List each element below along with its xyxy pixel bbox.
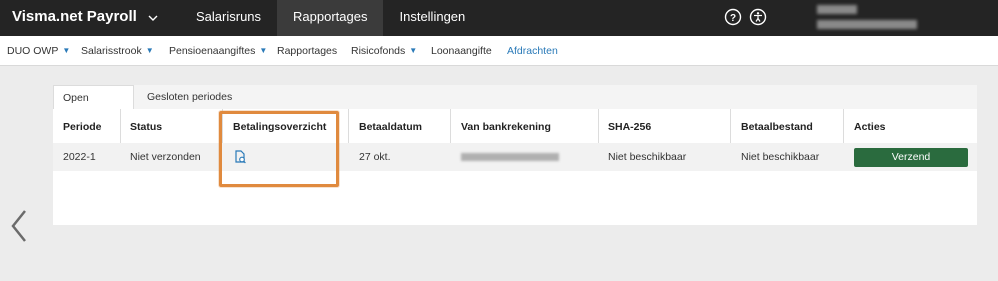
app-brand[interactable]: Visma.net Payroll — [12, 0, 137, 36]
top-bar: Visma.net Payroll Salarisruns Rapportage… — [0, 0, 998, 36]
chevron-down-icon: ▼ — [259, 46, 268, 55]
col-sha-256[interactable]: SHA-256 — [608, 117, 651, 137]
col-acties: Acties — [854, 121, 886, 133]
cell-status: Niet verzonden — [130, 151, 201, 163]
nav-salarisruns[interactable]: Salarisruns — [180, 0, 277, 36]
col-betaaldatum[interactable]: Betaaldatum — [359, 117, 422, 137]
subnav-afdrachten[interactable]: Afdrachten — [507, 36, 558, 66]
cell-betaaldatum: 27 okt. — [359, 151, 391, 163]
subnav-risicofonds[interactable]: Risicofonds ▼ — [351, 36, 417, 66]
back-arrow-icon[interactable] — [8, 208, 30, 244]
period-tabs: Open periodes Gesloten periodes — [53, 85, 977, 128]
user-account[interactable] — [815, 3, 935, 33]
cell-betaalbestand: Niet beschikbaar — [741, 151, 820, 163]
table-header: Periode Status Betalingsoverzicht Betaal… — [53, 117, 977, 137]
periods-table: Periode Status Betalingsoverzicht Betaal… — [53, 109, 977, 225]
subnav-pensioenaangiftes[interactable]: Pensioenaangiftes ▼ — [169, 36, 267, 66]
svg-text:?: ? — [730, 13, 736, 24]
nav-rapportages[interactable]: Rapportages — [277, 0, 384, 36]
table-row: 2022-1 Niet verzonden 27 okt. Niet besch… — [53, 143, 977, 171]
subnav-duo-owp[interactable]: DUO OWP ▼ — [7, 36, 70, 66]
tab-gesloten-periodes[interactable]: Gesloten periodes — [138, 85, 241, 109]
subnav-rapportages[interactable]: Rapportages — [277, 36, 337, 66]
highlight-annotation — [219, 111, 339, 187]
chevron-down-icon: ▼ — [409, 46, 418, 55]
verzend-button[interactable]: Verzend — [854, 148, 968, 167]
col-periode[interactable]: Periode — [63, 117, 102, 137]
chevron-down-icon: ▼ — [62, 46, 71, 55]
user-name-redacted — [817, 5, 857, 14]
bank-account-redacted — [461, 153, 559, 161]
cell-sha-256: Niet beschikbaar — [608, 151, 687, 163]
periods-panel: Open periodes Gesloten periodes Periode … — [53, 85, 977, 225]
chevron-down-icon[interactable] — [144, 9, 162, 27]
main-nav: Salarisruns Rapportages Instellingen — [180, 0, 481, 36]
col-van-bankrekening[interactable]: Van bankrekening — [461, 117, 551, 137]
chevron-down-icon: ▼ — [145, 46, 154, 55]
tab-open-periodes[interactable]: Open periodes — [53, 85, 134, 128]
cell-periode: 2022-1 — [63, 151, 96, 163]
sub-nav: DUO OWP ▼ Salarisstrook ▼ Pensioenaangifte… — [0, 36, 998, 66]
subnav-salarisstrook[interactable]: Salarisstrook ▼ — [81, 36, 154, 66]
col-betaalbestand[interactable]: Betaalbestand — [741, 117, 813, 137]
col-status[interactable]: Status — [130, 117, 162, 137]
accessibility-icon[interactable] — [749, 8, 767, 26]
nav-instellingen[interactable]: Instellingen — [383, 0, 481, 36]
subnav-loonaangifte[interactable]: Loonaangifte — [431, 36, 492, 66]
user-company-redacted — [817, 20, 917, 29]
help-icon[interactable]: ? — [724, 8, 742, 26]
